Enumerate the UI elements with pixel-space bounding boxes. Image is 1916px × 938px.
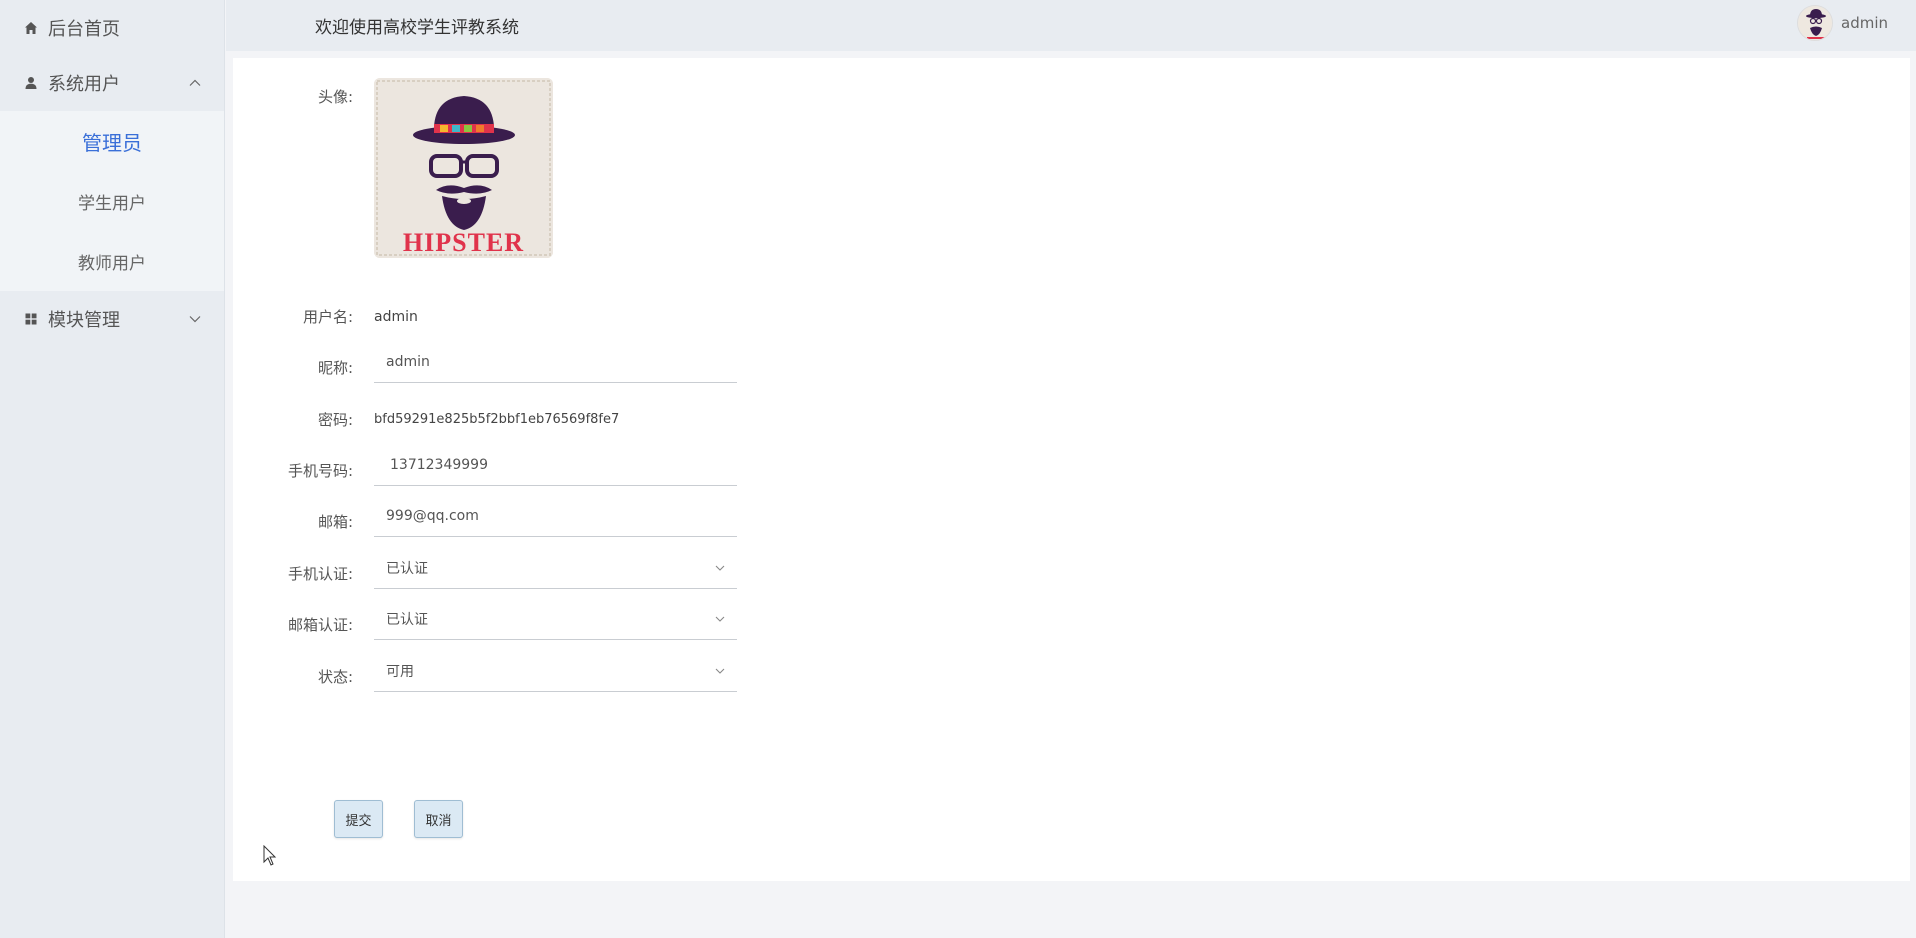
avatar xyxy=(1797,5,1833,41)
username-value: admin xyxy=(374,308,418,325)
status-row: 状态: xyxy=(233,666,353,687)
sidebar-item-teachers[interactable]: 教师用户 xyxy=(0,231,224,291)
username-label: 用户名: xyxy=(302,308,353,326)
sidebar-item-home[interactable]: 后台首页 xyxy=(0,0,224,55)
phone-verify-select[interactable]: 已认证 xyxy=(374,547,737,589)
main-content: 头像: HIPSTER 用户名: admin 昵称: admin 密码: bfd… xyxy=(233,58,1910,881)
status-value: 可用 xyxy=(386,663,414,680)
nickname-row: 昵称: xyxy=(233,357,353,378)
password-row: 密码: bfd59291e825b5f2bbf1eb76569f8fe7 xyxy=(233,409,619,430)
email-label: 邮箱: xyxy=(317,513,353,531)
submit-button[interactable]: 提交 xyxy=(334,800,383,838)
sidebar-group-label: 模块管理 xyxy=(48,310,120,331)
avatar-row: 头像: xyxy=(233,86,353,107)
username-row: 用户名: admin xyxy=(233,306,418,327)
status-select[interactable]: 可用 xyxy=(374,650,737,692)
sidebar-item-label: 教师用户 xyxy=(78,253,146,274)
grid-icon xyxy=(25,313,37,325)
phone-label: 手机号码: xyxy=(287,462,353,480)
phone-verify-label: 手机认证: xyxy=(287,565,353,583)
avatar-label: 头像: xyxy=(317,88,353,106)
phone-input[interactable] xyxy=(374,444,737,486)
sidebar-item-label: 后台首页 xyxy=(48,18,120,40)
phone-verify-value: 已认证 xyxy=(386,560,428,577)
user-menu[interactable]: admin xyxy=(1797,5,1888,41)
sidebar-item-admin[interactable]: 管理员 xyxy=(0,111,224,171)
nickname-label: 昵称: xyxy=(317,359,353,377)
page-title: 欢迎使用高校学生评教系统 xyxy=(315,18,519,38)
header-username: admin xyxy=(1841,14,1888,32)
avatar-image[interactable]: HIPSTER xyxy=(374,78,553,258)
chevron-up-icon xyxy=(189,79,201,86)
email-verify-label: 邮箱认证: xyxy=(287,616,353,634)
chevron-down-icon xyxy=(715,616,725,622)
sidebar-group-label: 系统用户 xyxy=(48,74,120,95)
status-label: 状态: xyxy=(317,668,353,686)
email-verify-row: 邮箱认证: xyxy=(233,614,353,635)
sidebar-item-label: 管理员 xyxy=(82,130,142,155)
sidebar-item-students[interactable]: 学生用户 xyxy=(0,171,224,231)
email-verify-select[interactable]: 已认证 xyxy=(374,598,737,640)
cancel-button[interactable]: 取消 xyxy=(414,800,463,838)
password-value: bfd59291e825b5f2bbf1eb76569f8fe7 xyxy=(374,412,620,427)
chevron-down-icon xyxy=(715,565,725,571)
phone-row: 手机号码: xyxy=(233,460,353,481)
phone-verify-row: 手机认证: xyxy=(233,563,353,584)
sidebar: 后台首页 系统用户 管理员 学生用户 教师用户 模块管理 xyxy=(0,0,225,938)
mouse-cursor-icon xyxy=(263,845,277,866)
user-icon xyxy=(25,77,37,89)
submenu-system-users: 管理员 学生用户 教师用户 xyxy=(0,111,224,291)
nickname-input[interactable] xyxy=(374,341,737,383)
email-verify-value: 已认证 xyxy=(386,611,428,628)
avatar-brand-text: HIPSTER xyxy=(402,228,525,257)
chevron-down-icon xyxy=(715,668,725,674)
sidebar-group-system-users[interactable]: 系统用户 xyxy=(0,55,224,111)
sidebar-group-modules[interactable]: 模块管理 xyxy=(0,291,224,347)
home-icon xyxy=(25,21,37,34)
email-row: 邮箱: xyxy=(233,511,353,532)
password-label: 密码: xyxy=(317,411,353,429)
email-input[interactable] xyxy=(374,495,737,537)
top-header: 欢迎使用高校学生评教系统 admin xyxy=(226,0,1916,51)
chevron-down-icon xyxy=(189,316,201,323)
sidebar-item-label: 学生用户 xyxy=(78,193,146,214)
